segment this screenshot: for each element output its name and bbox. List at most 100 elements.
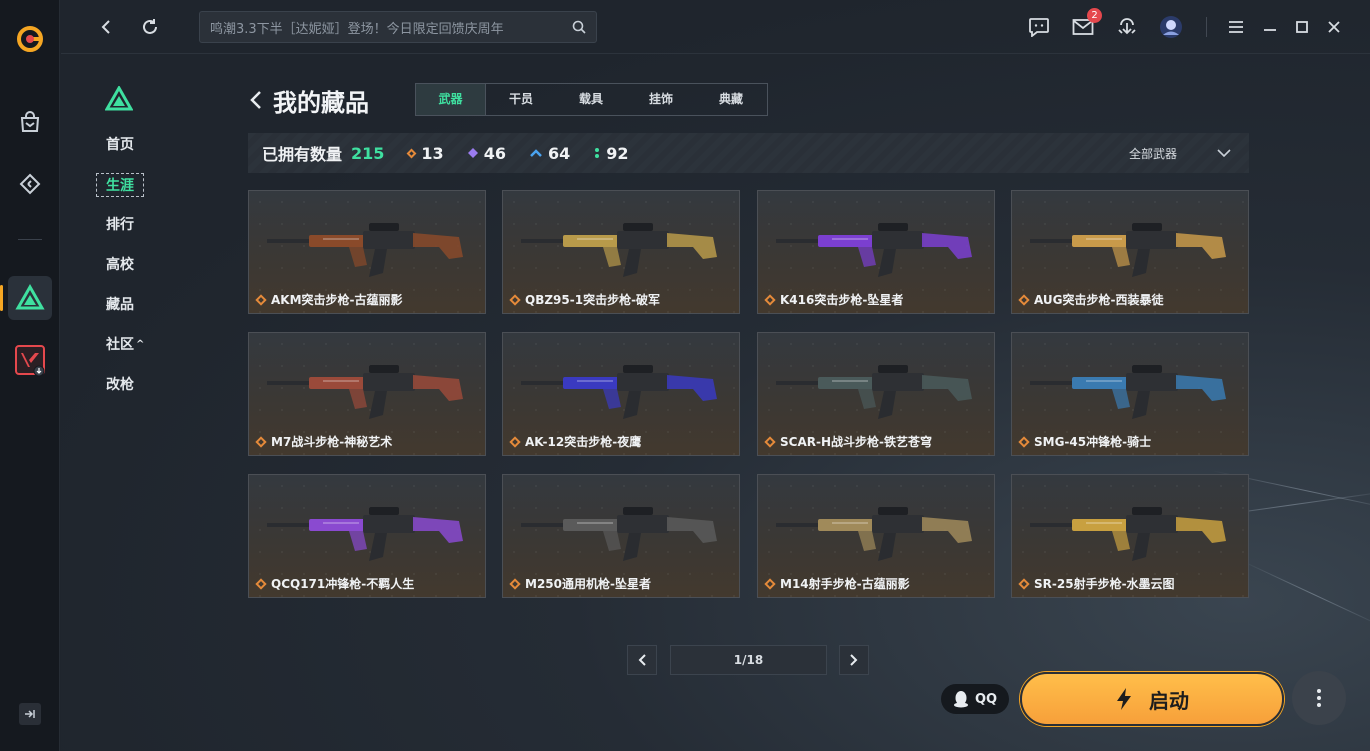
maximize-icon[interactable]	[1289, 14, 1315, 40]
weapon-caption: M14射手步枪-古蕴丽影	[764, 575, 910, 592]
more-options-button[interactable]	[1292, 671, 1346, 725]
nav-item-home[interactable]: 首页	[106, 133, 134, 157]
valorant-game-icon[interactable]	[8, 338, 52, 382]
rarity-orange-value: 13	[421, 143, 444, 163]
delta-force-logo-icon	[104, 84, 134, 116]
weapon-card[interactable]: SCAR-H战斗步枪-铁艺苍穹	[757, 332, 995, 456]
tab-vehicles[interactable]: 载具	[556, 84, 626, 115]
main-panel: 鸣潮3.3下半［达妮娅］登场！今日限定回馈庆周年 2 首页 生涯 排行 高校 藏…	[61, 0, 1370, 751]
tab-collectibles[interactable]: 典藏	[696, 84, 766, 115]
caret-up-icon: ^	[136, 339, 145, 350]
chat-icon[interactable]	[1026, 14, 1052, 40]
rarity-diamond-icon	[509, 293, 521, 306]
weapon-card[interactable]: M7战斗步枪-神秘艺术	[248, 332, 486, 456]
weapon-caption: K416突击步枪-坠星者	[764, 291, 904, 308]
weapon-name: M7战斗步枪-神秘艺术	[271, 435, 393, 449]
rail-active-indicator	[0, 285, 3, 311]
rarity-blue-count: 64	[530, 144, 570, 163]
weapon-card[interactable]: AK-12突击步枪-夜鹰	[502, 332, 740, 456]
page-back-icon[interactable]	[249, 90, 263, 110]
delta-force-game-icon[interactable]	[8, 276, 52, 320]
launch-button[interactable]: 启动	[1020, 672, 1284, 726]
refresh-icon[interactable]	[137, 14, 163, 40]
owned-total-count: 215	[351, 143, 385, 163]
weapon-name: M250通用机枪-坠星者	[525, 577, 651, 591]
rarity-purple-count: 46	[467, 143, 506, 163]
back-arrow-icon[interactable]	[93, 14, 119, 40]
collection-tabs: 武器 干员 载具 挂饰 典藏	[415, 83, 768, 116]
weapon-card[interactable]: M14射手步枪-古蕴丽影	[757, 474, 995, 598]
rarity-diamond-icon	[764, 435, 776, 448]
weapon-image	[521, 223, 717, 277]
weapon-name: QBZ95-1突击步枪-破军	[525, 293, 661, 307]
weapon-name: M14射手步枪-古蕴丽影	[780, 577, 910, 591]
accelerator-icon[interactable]	[8, 162, 52, 206]
rarity-purple-value: 46	[483, 143, 506, 163]
minimize-icon[interactable]	[1257, 14, 1283, 40]
weapon-card[interactable]: AKM突击步枪-古蕴丽影	[248, 190, 486, 314]
qq-button[interactable]: QQ	[941, 684, 1009, 714]
weapon-image	[1030, 223, 1226, 277]
weapon-image	[1030, 507, 1226, 561]
tab-operators[interactable]: 干员	[486, 84, 556, 115]
prev-page-button[interactable]	[627, 645, 657, 675]
page-indicator: 1/18	[670, 645, 827, 675]
launch-label: 启动	[1149, 688, 1189, 713]
nav-item-career[interactable]: 生涯	[96, 173, 144, 197]
nav-item-community[interactable]: 社区 ^	[106, 333, 144, 357]
owned-summary-bar: 已拥有数量 215 13 46 64 92 全部武器	[248, 133, 1249, 173]
nav-item-ranking[interactable]: 排行	[106, 213, 134, 237]
weapon-image	[776, 507, 972, 561]
weapon-name: SR-25射手步枪-水墨云图	[1034, 577, 1175, 591]
rarity-diamond-icon	[255, 577, 267, 590]
weapon-card[interactable]: SR-25射手步枪-水墨云图	[1011, 474, 1249, 598]
app-logo-icon[interactable]	[8, 17, 52, 61]
weapon-caption: QCQ171冲锋枪-不羁人生	[255, 575, 415, 592]
nav-item-gunsmith[interactable]: 改枪	[106, 373, 134, 397]
rarity-diamond-icon	[1018, 435, 1030, 448]
weapon-image	[776, 365, 972, 419]
weapon-card[interactable]: SMG-45冲锋枪-骑士	[1011, 332, 1249, 456]
nav-item-college[interactable]: 高校	[106, 253, 134, 277]
weapon-card[interactable]: QBZ95-1突击步枪-破军	[502, 190, 740, 314]
close-icon[interactable]	[1321, 14, 1347, 40]
weapon-image	[1030, 365, 1226, 419]
weapon-image	[521, 365, 717, 419]
rarity-diamond-icon	[255, 293, 267, 306]
weapon-card[interactable]: QCQ171冲锋枪-不羁人生	[248, 474, 486, 598]
menu-icon[interactable]	[1223, 14, 1249, 40]
weapon-name: K416突击步枪-坠星者	[780, 293, 904, 307]
weapon-image	[521, 507, 717, 561]
lightning-icon	[1117, 688, 1131, 710]
weapon-card[interactable]: M250通用机枪-坠星者	[502, 474, 740, 598]
rarity-green-value: 92	[606, 143, 629, 163]
mail-icon[interactable]: 2	[1070, 8, 1102, 40]
weapon-name: SCAR-H战斗步枪-铁艺苍穹	[780, 435, 932, 449]
rarity-diamond-icon	[1018, 293, 1030, 306]
app-rail	[0, 0, 60, 751]
owned-count-label: 已拥有数量	[262, 145, 343, 164]
weapon-filter-dropdown[interactable]: 全部武器	[1129, 145, 1235, 162]
weapon-caption: M7战斗步枪-神秘艺术	[255, 433, 393, 450]
weapon-caption: SMG-45冲锋枪-骑士	[1018, 433, 1151, 450]
search-icon[interactable]	[572, 20, 586, 34]
weapon-grid: AKM突击步枪-古蕴丽影 QBZ95-1突击步枪-破军 K416突击步枪-坠星者 AU…	[248, 190, 1250, 600]
nav-item-collection[interactable]: 藏品	[106, 293, 134, 317]
next-page-button[interactable]	[839, 645, 869, 675]
user-avatar[interactable]	[1158, 14, 1184, 40]
rarity-blue-value: 64	[547, 143, 571, 163]
weapon-card[interactable]: AUG突击步枪-西装暴徒	[1011, 190, 1249, 314]
rarity-diamond-icon	[509, 435, 521, 448]
weapon-caption: AK-12突击步枪-夜鹰	[509, 433, 641, 450]
qq-penguin-icon	[953, 691, 968, 708]
weapon-card[interactable]: K416突击步枪-坠星者	[757, 190, 995, 314]
store-bag-icon[interactable]	[8, 100, 52, 144]
collapse-sidebar-icon[interactable]	[19, 703, 41, 725]
background-streak	[1240, 560, 1370, 629]
search-input[interactable]: 鸣潮3.3下半［达妮娅］登场！今日限定回馈庆周年	[199, 11, 597, 43]
tab-charms[interactable]: 挂饰	[626, 84, 696, 115]
tab-weapons[interactable]: 武器	[416, 84, 486, 115]
vertical-dots-icon	[1317, 689, 1321, 707]
download-icon[interactable]	[1114, 14, 1140, 40]
weapon-name: QCQ171冲锋枪-不羁人生	[271, 577, 415, 591]
